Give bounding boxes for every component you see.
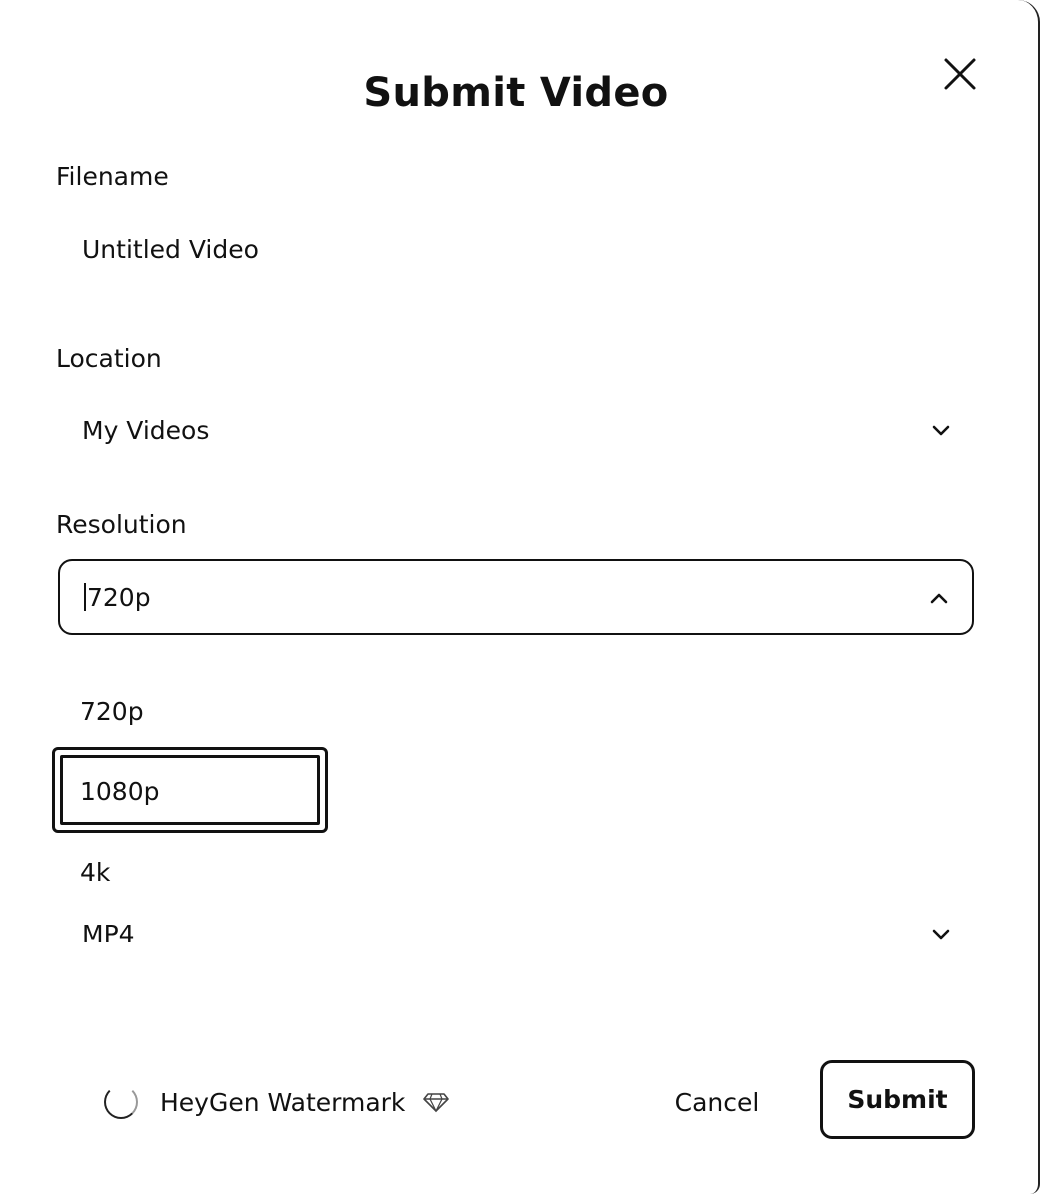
watermark-label: HeyGen Watermark [160,1087,406,1117]
resolution-label: Resolution [56,510,187,539]
watermark-toggle[interactable]: HeyGen Watermark [104,1082,450,1122]
resolution-selected-value: 720p [84,583,151,612]
submit-video-dialog: Submit Video Filename Untitled Video Loc… [0,0,1040,1194]
cancel-button[interactable]: Cancel [658,1078,776,1126]
chevron-down-icon [932,929,950,940]
text-caret [84,583,86,611]
resolution-value-text: 720p [87,583,151,612]
resolution-select[interactable]: 720p [58,559,974,635]
location-selected-value: My Videos [82,416,210,445]
chevron-down-icon [932,425,950,436]
filename-label: Filename [56,162,169,191]
resolution-option-720p[interactable]: 720p [80,697,144,726]
location-select[interactable]: My Videos [58,394,974,470]
gem-icon [423,1093,450,1113]
resolution-option-4k[interactable]: 4k [80,858,110,887]
dialog-title: Submit Video [363,70,669,116]
format-select[interactable]: MP4 [58,912,974,942]
resolution-option-1080p[interactable]: 1080p [80,777,160,806]
filename-input[interactable]: Untitled Video [82,235,259,264]
close-icon[interactable] [940,54,980,94]
watermark-toggle-circle[interactable] [104,1085,138,1119]
chevron-up-icon [930,593,948,604]
location-label: Location [56,344,162,373]
submit-button[interactable]: Submit [820,1060,975,1139]
format-selected-value: MP4 [82,920,135,942]
